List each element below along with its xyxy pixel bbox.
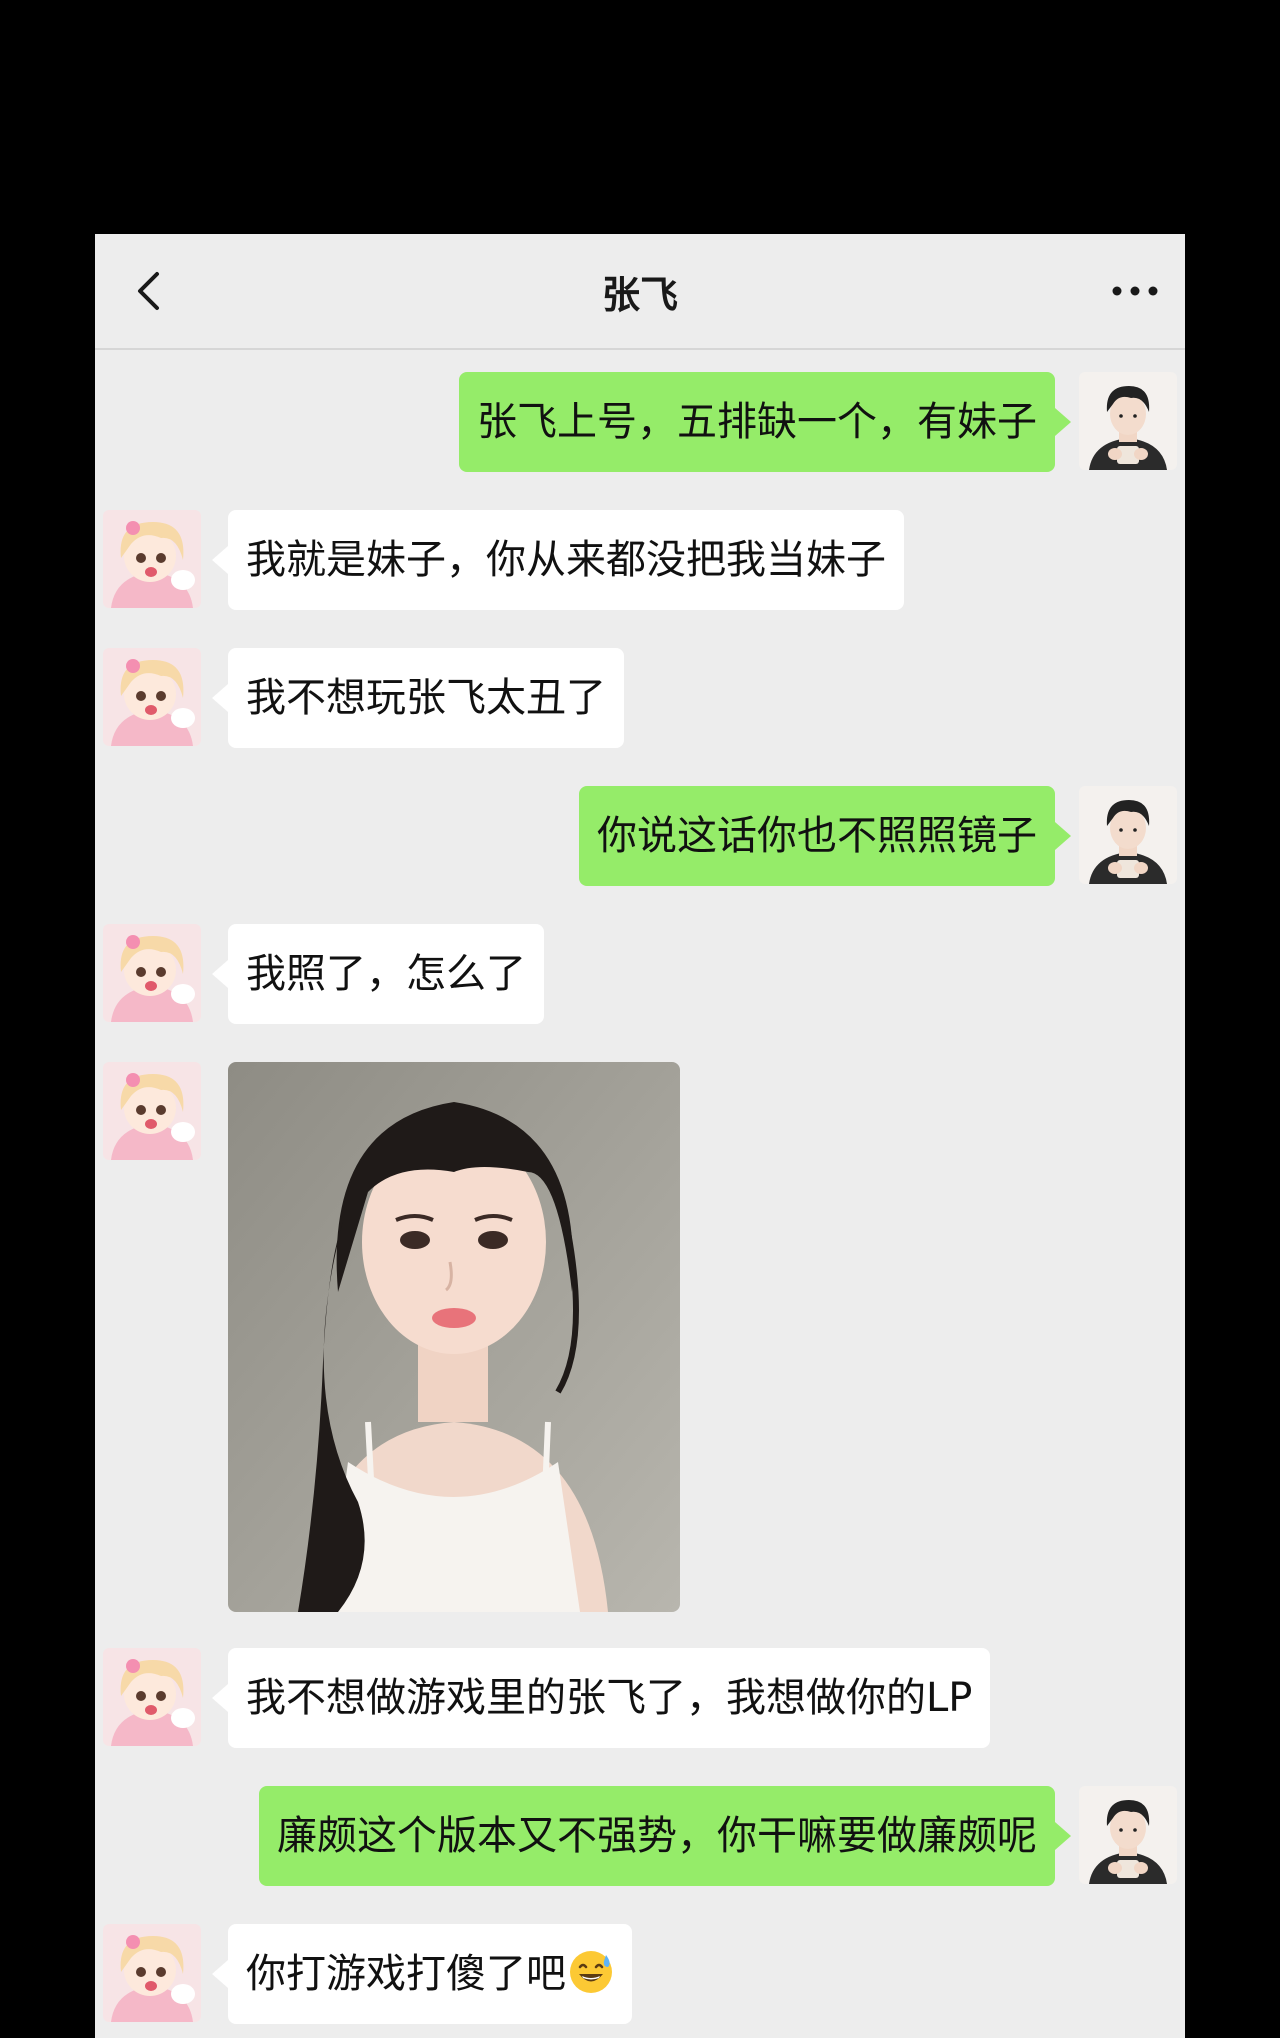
my-avatar[interactable] bbox=[1079, 786, 1177, 884]
more-options-button[interactable] bbox=[1105, 266, 1165, 316]
sweat-smile-emoji-icon bbox=[570, 1951, 612, 1993]
received-message-bubble[interactable]: 我不想玩张飞太丑了 bbox=[212, 648, 624, 748]
received-message-bubble[interactable]: 你打游戏打傻了吧 bbox=[212, 1924, 632, 2024]
contact-avatar[interactable] bbox=[103, 1648, 201, 1746]
contact-avatar[interactable] bbox=[103, 924, 201, 1022]
message-text: 你打游戏打傻了吧 bbox=[246, 1951, 566, 1997]
contact-avatar[interactable] bbox=[103, 510, 201, 608]
chat-title: 张飞 bbox=[601, 273, 678, 317]
portrait-photo[interactable] bbox=[228, 1062, 680, 1612]
more-dots-icon bbox=[1112, 286, 1158, 296]
received-message-bubble[interactable]: 我照了，怎么了 bbox=[212, 924, 544, 1024]
contact-avatar[interactable] bbox=[103, 1924, 201, 2022]
received-message-bubble[interactable]: 我就是妹子，你从来都没把我当妹子 bbox=[212, 510, 904, 610]
sent-message-bubble[interactable]: 廉颇这个版本又不强势，你干嘛要做廉颇呢 bbox=[259, 1786, 1071, 1886]
chat-header: 张飞 bbox=[95, 234, 1185, 350]
my-avatar[interactable] bbox=[1079, 1786, 1177, 1884]
contact-avatar[interactable] bbox=[103, 648, 201, 746]
contact-avatar[interactable] bbox=[103, 1062, 201, 1160]
chat-window: 张飞 张飞上号，五排缺一个，有妹子 我就是妹子，你从来都没把我当妹子 我不想玩张… bbox=[95, 234, 1185, 2038]
my-avatar[interactable] bbox=[1079, 372, 1177, 470]
sent-message-bubble[interactable]: 张飞上号，五排缺一个，有妹子 bbox=[459, 372, 1071, 472]
sent-message-bubble[interactable]: 你说这话你也不照照镜子 bbox=[579, 786, 1071, 886]
received-message-bubble[interactable]: 我不想做游戏里的张飞了，我想做你的LP bbox=[211, 1648, 991, 1748]
